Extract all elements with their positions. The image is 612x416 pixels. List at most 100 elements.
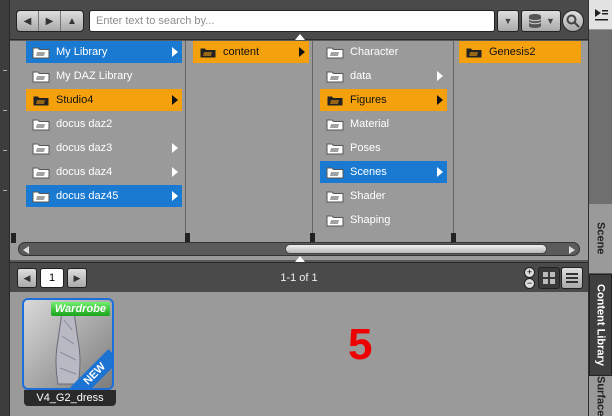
folder-label: docus daz45 — [56, 190, 119, 202]
expand-arrow-icon — [172, 95, 178, 105]
folder-label: Genesis2 — [489, 46, 536, 58]
zoom-out-icon[interactable]: − — [524, 278, 535, 289]
folder-item[interactable]: Material — [320, 113, 447, 135]
folder-label: Character — [350, 46, 399, 58]
database-dropdown-button[interactable]: ▼ — [521, 10, 561, 32]
folder-label: data — [350, 70, 372, 82]
folder-icon — [326, 190, 344, 203]
folder-icon — [326, 214, 344, 227]
folder-item[interactable]: Shaping — [320, 209, 447, 231]
folder-item[interactable]: content — [193, 41, 309, 63]
folder-column-1: My Library My DAZ Library Studio4 docus daz… — [26, 41, 182, 241]
folder-label: docus daz2 — [56, 118, 113, 130]
zoom-in-icon[interactable]: + — [524, 267, 535, 278]
folder-item[interactable]: docus daz2 — [26, 113, 182, 135]
folder-label: Figures — [350, 94, 387, 106]
grid-view-button[interactable] — [538, 267, 560, 289]
nav-button-group: ◀ ▶ ▲ — [16, 10, 84, 32]
search-input[interactable] — [89, 10, 495, 32]
column-divider[interactable] — [453, 41, 454, 241]
expand-arrow-icon — [437, 95, 443, 105]
results-pager: ◀ 1 ▶ 1-1 of 1 + − — [10, 262, 588, 292]
tab-scene[interactable]: Scene — [589, 204, 612, 274]
top-splitter-grip-icon[interactable] — [295, 34, 305, 40]
folder-label: Scenes — [350, 166, 387, 178]
back-icon[interactable]: ◀ — [17, 11, 39, 31]
folder-item[interactable]: Scenes — [320, 161, 447, 183]
results-area: Wardrobe NEW V4_G2_dress 5 — [10, 292, 588, 416]
tab-surfaces[interactable]: Surfaces — [589, 376, 612, 416]
folder-label: Poses — [350, 142, 381, 154]
folder-item[interactable]: docus daz4 — [26, 161, 182, 183]
product-label: V4_G2_dress — [24, 390, 116, 406]
folder-label: My Library — [56, 46, 108, 58]
panel-options-icon — [594, 8, 608, 20]
zoom-controls: + − — [524, 267, 536, 289]
list-view-button[interactable] — [561, 267, 583, 289]
database-icon — [528, 14, 542, 28]
search-icon — [566, 14, 580, 28]
folder-label: content — [223, 46, 260, 58]
expand-arrow-icon — [299, 47, 305, 57]
folder-icon — [199, 46, 217, 59]
folder-label: Material — [350, 118, 390, 130]
folder-item[interactable]: Character — [320, 41, 447, 63]
folder-item[interactable]: docus daz3 — [26, 137, 182, 159]
list-view-icon — [566, 273, 578, 283]
folder-icon — [32, 94, 50, 107]
folder-item[interactable]: Shader — [320, 185, 447, 207]
folder-icon — [326, 70, 344, 83]
folder-item[interactable]: My Library — [26, 41, 182, 63]
horizontal-scrollbar[interactable] — [18, 242, 580, 256]
tab-content-library[interactable]: Content Library — [589, 274, 612, 376]
edge-tick — [3, 110, 7, 111]
folder-label: Studio4 — [56, 94, 94, 106]
scroll-left-icon[interactable] — [23, 246, 29, 254]
scroll-right-icon[interactable] — [569, 246, 575, 254]
folder-browser: My Library My DAZ Library Studio4 docus daz… — [10, 41, 588, 260]
edge-tick — [3, 70, 7, 71]
forward-icon[interactable]: ▶ — [39, 11, 61, 31]
folder-column-4: Genesis2 — [459, 41, 581, 241]
folder-column-2: content — [193, 41, 309, 241]
folder-item[interactable]: data — [320, 65, 447, 87]
column-divider[interactable] — [185, 41, 186, 241]
scrollbar-thumb[interactable] — [285, 244, 547, 254]
column-divider[interactable] — [312, 41, 313, 241]
search-options-chevron-down-icon[interactable]: ▼ — [497, 10, 519, 32]
expand-arrow-icon — [172, 191, 178, 201]
folder-icon — [326, 142, 344, 155]
up-icon[interactable]: ▲ — [61, 11, 83, 31]
folder-icon — [465, 46, 483, 59]
search-button[interactable] — [562, 10, 584, 32]
left-panel-edge — [0, 0, 10, 416]
folder-icon — [326, 166, 344, 179]
expand-arrow-icon — [172, 47, 178, 57]
folder-icon — [326, 46, 344, 59]
wardrobe-badge: Wardrobe — [50, 302, 110, 316]
folder-icon — [32, 70, 50, 83]
expand-arrow-icon — [437, 71, 443, 81]
folder-icon — [32, 46, 50, 59]
folder-item[interactable]: Poses — [320, 137, 447, 159]
edge-tick — [3, 150, 7, 151]
folder-item[interactable]: Genesis2 — [459, 41, 581, 63]
folder-icon — [32, 190, 50, 203]
folder-item[interactable]: Studio4 — [26, 89, 182, 111]
grid-view-icon — [543, 272, 555, 284]
expand-arrow-icon — [172, 167, 178, 177]
panel-menu-icon[interactable] — [589, 0, 612, 30]
folder-icon — [32, 118, 50, 131]
folder-item[interactable]: docus daz45 — [26, 185, 182, 207]
folder-label: Shader — [350, 190, 386, 202]
expand-arrow-icon — [437, 167, 443, 177]
folder-icon — [32, 166, 50, 179]
folder-label: Shaping — [350, 214, 391, 226]
folder-icon — [32, 142, 50, 155]
folder-item[interactable]: My DAZ Library — [26, 65, 182, 87]
product-thumbnail[interactable]: Wardrobe NEW — [22, 298, 114, 390]
column-resize-handle[interactable] — [11, 233, 16, 243]
folder-column-3: Character data Figures Material Poses Scenes S… — [320, 41, 447, 241]
edge-tick — [3, 190, 7, 191]
folder-item[interactable]: Figures — [320, 89, 447, 111]
